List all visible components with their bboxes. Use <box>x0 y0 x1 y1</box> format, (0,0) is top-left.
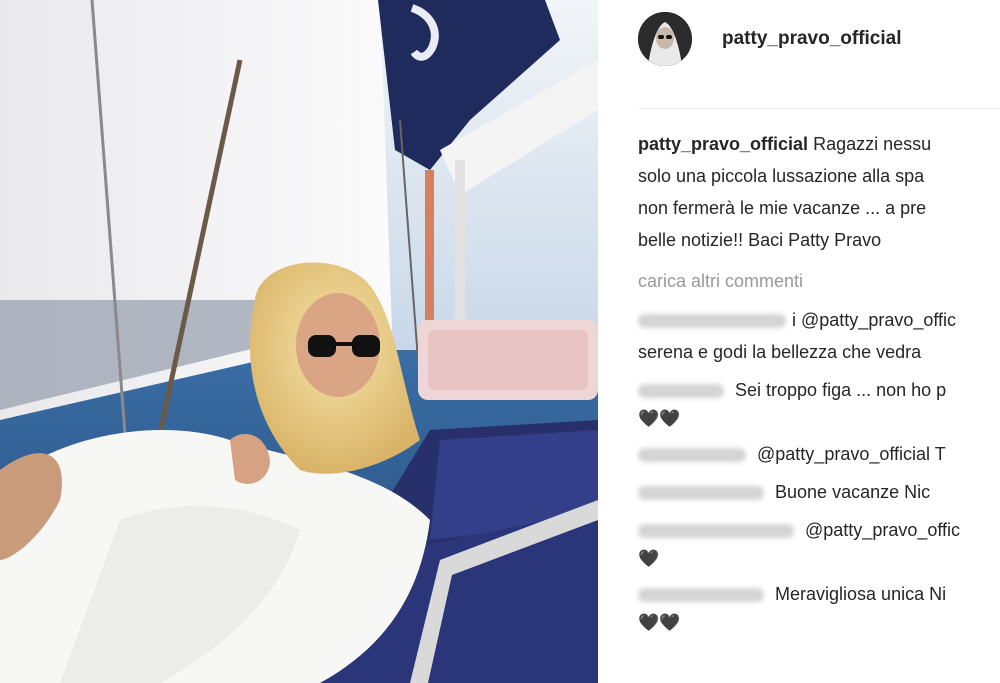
post-photo <box>0 0 598 683</box>
caption-text-line-3: non fermerà le mie vacanze ... a pre <box>638 198 927 218</box>
comments-section: patty_pravo_official Ragazzi nessu solo … <box>638 128 1000 636</box>
blurred-author[interactable] <box>638 486 764 501</box>
caption-text-line-2: solo una piccola lussazione alla spa <box>638 166 925 186</box>
comment-item: Sei troppo figa ... non ho p <box>638 374 1000 406</box>
comment-text: @patty_pravo_offic <box>801 310 957 330</box>
post-side-panel: patty_pravo_official patty_pravo_officia… <box>598 0 1000 683</box>
caption-text-line-1: Ragazzi nessu <box>808 134 932 154</box>
black-hearts-emoji: 🖤🖤 <box>638 409 681 428</box>
header-username[interactable]: patty_pravo_official <box>722 28 902 50</box>
comment-text-continued: serena e godi la bellezza che vedra <box>638 342 922 362</box>
blurred-author[interactable] <box>638 384 724 399</box>
blurred-author[interactable] <box>638 588 764 603</box>
caption-text-line-4: belle notizie!! Baci Patty Pravo <box>638 230 882 250</box>
sailboat-photo <box>0 0 598 683</box>
comment-text: @patty_pravo_offic <box>805 520 961 540</box>
post-header: patty_pravo_official <box>598 0 1000 86</box>
header-divider <box>638 108 1000 109</box>
comment-text: Meravigliosa unica Ni <box>775 584 947 604</box>
black-heart-emoji: 🖤 <box>638 549 660 568</box>
caption-username[interactable]: patty_pravo_official <box>638 134 808 154</box>
comment-item: Buone vacanze Nic <box>638 476 1000 508</box>
profile-picture-icon <box>638 12 692 66</box>
load-more-comments-link[interactable]: carica altri commenti <box>638 268 1000 294</box>
blurred-author[interactable] <box>638 524 794 539</box>
comment-item: i @patty_pravo_offic <box>638 304 1000 336</box>
comment-item: @patty_pravo_official T <box>638 438 1000 470</box>
blurred-author[interactable] <box>638 314 786 329</box>
comment-author-suffix: i <box>792 310 796 330</box>
comment-list: i @patty_pravo_offic serena e godi la be… <box>638 304 1000 636</box>
comment-item: @patty_pravo_offic <box>638 514 1000 546</box>
comment-text: @patty_pravo_official T <box>757 444 946 464</box>
comment-text: Buone vacanze Nic <box>775 482 931 502</box>
comment-item: Meravigliosa unica Ni <box>638 578 1000 610</box>
avatar[interactable] <box>638 12 692 66</box>
comment-text: Sei troppo figa ... non ho p <box>735 380 947 400</box>
post-caption: patty_pravo_official Ragazzi nessu solo … <box>638 128 1000 256</box>
blurred-author[interactable] <box>638 448 746 463</box>
black-hearts-emoji: 🖤🖤 <box>638 613 681 632</box>
